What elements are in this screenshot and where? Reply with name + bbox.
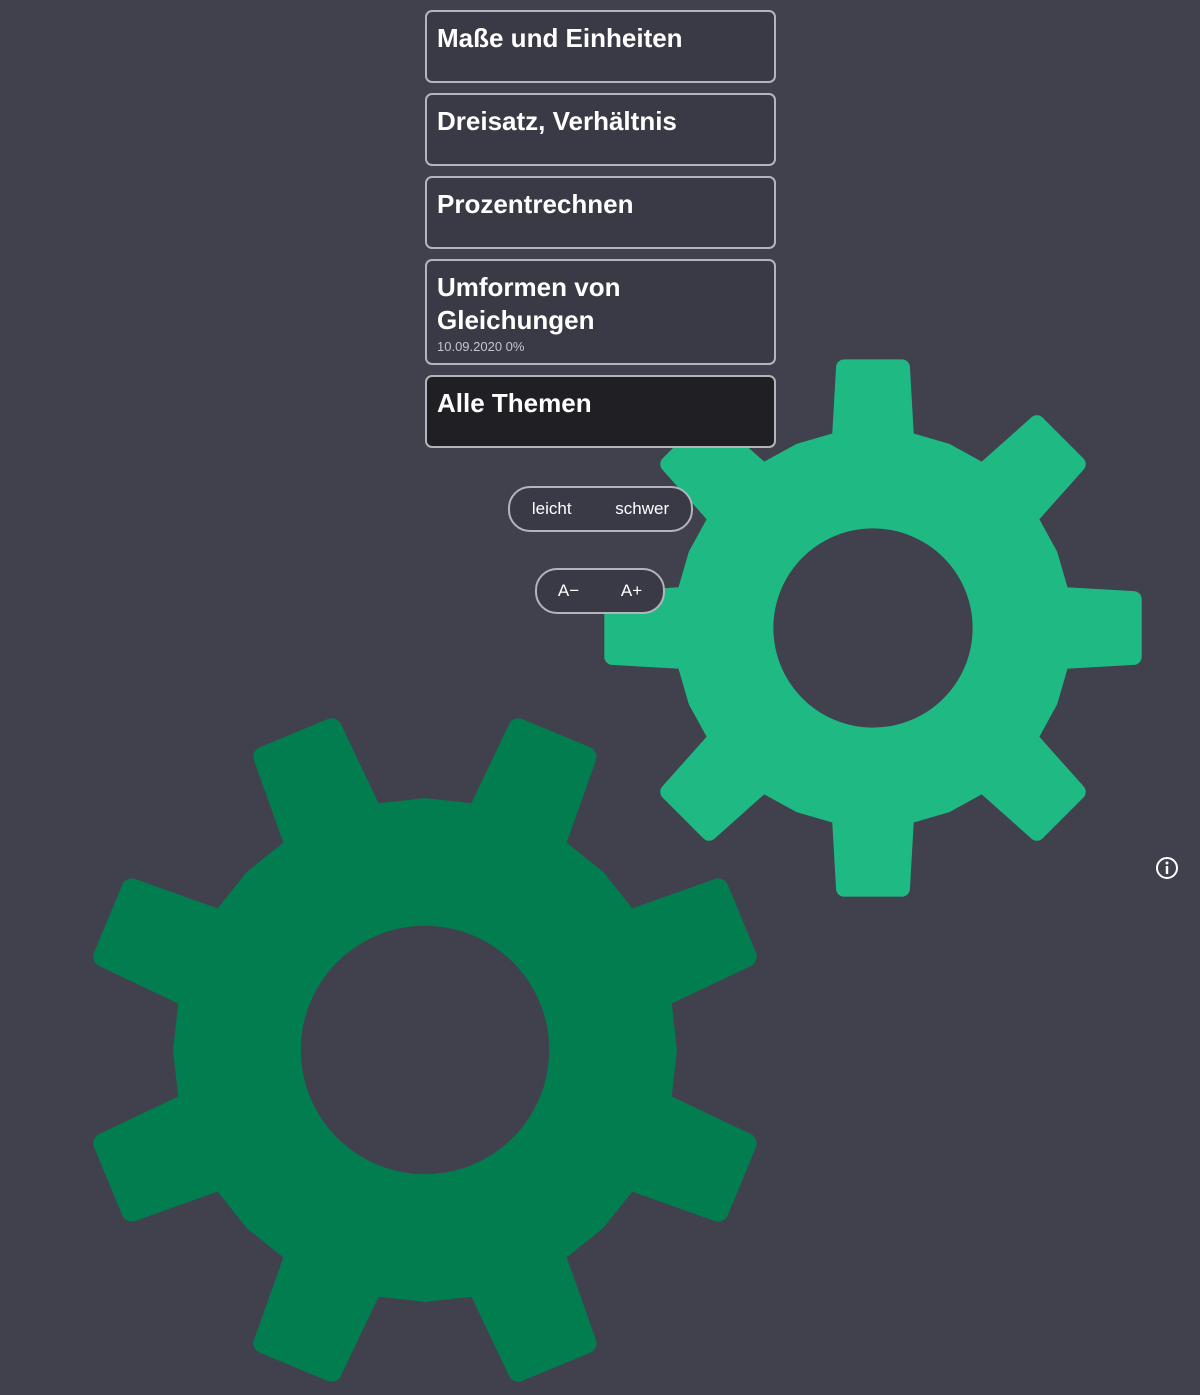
topic-title: Alle Themen (437, 388, 592, 418)
topic-progress: 10.09.2020 0% (437, 339, 525, 354)
topic-title: Prozentrechnen (437, 189, 634, 219)
topic-item-dreisatz-verhaeltnis[interactable]: Dreisatz, Verhältnis (425, 93, 776, 166)
topic-menu: Maße und Einheiten Dreisatz, Verhältnis … (425, 10, 776, 458)
font-increase-button[interactable]: A+ (615, 577, 648, 605)
font-decrease-button[interactable]: A− (552, 577, 585, 605)
topic-title: Maße und Einheiten (437, 23, 683, 53)
topic-title: Dreisatz, Verhältnis (437, 106, 677, 136)
topic-item-alle-themen[interactable]: Alle Themen (425, 375, 776, 448)
info-icon[interactable] (1155, 856, 1179, 880)
difficulty-toggle: leicht schwer (508, 486, 693, 532)
topic-item-prozentrechnen[interactable]: Prozentrechnen (425, 176, 776, 249)
font-size-control: A− A+ (535, 568, 665, 614)
topic-title: Umformen von Gleichungen (437, 272, 621, 335)
difficulty-hard-button[interactable]: schwer (609, 495, 675, 523)
difficulty-easy-button[interactable]: leicht (526, 495, 578, 523)
topic-item-masse-und-einheiten[interactable]: Maße und Einheiten (425, 10, 776, 83)
topic-item-umformen-von-gleichungen[interactable]: Umformen von Gleichungen 10.09.2020 0% (425, 259, 776, 365)
